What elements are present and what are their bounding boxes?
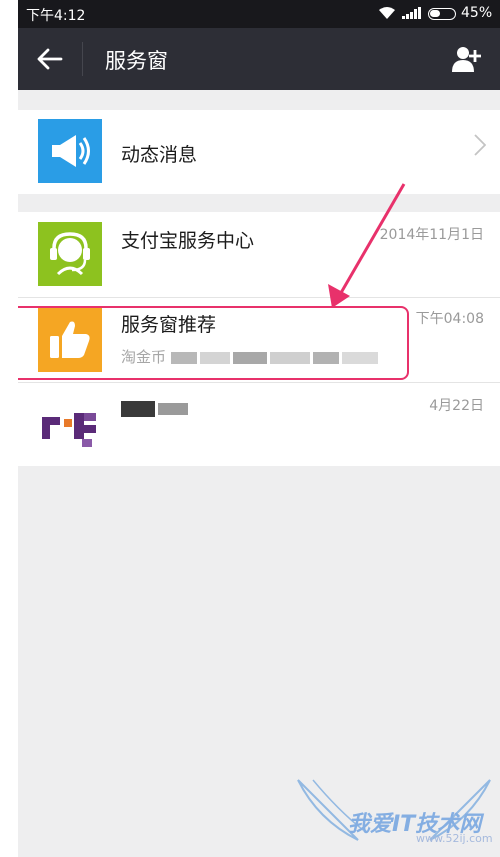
brand-logo-icon: [38, 395, 102, 459]
alipay-service-center-row[interactable]: 支付宝服务中心 2014年11月1日: [18, 212, 500, 297]
service-item-time: 4月22日: [429, 398, 484, 414]
chevron-right-icon: [474, 134, 486, 156]
alipay-service-center-title: 支付宝服务中心: [121, 230, 255, 252]
status-bar: 下午4:12 45%: [18, 0, 500, 28]
dynamic-message-title: 动态消息: [121, 144, 198, 166]
watermark-logo: 我爱IT技术网 www.52ij.com: [288, 770, 500, 850]
battery-icon: [428, 8, 456, 20]
megaphone-icon: [38, 119, 102, 183]
dynamic-message-row[interactable]: 动态消息: [18, 110, 500, 194]
wifi-icon: [379, 7, 395, 19]
headset-service-icon: [38, 222, 102, 286]
service-item-row[interactable]: 4月22日: [18, 383, 500, 466]
status-time: 下午4:12: [26, 8, 86, 24]
watermark-url: www.52ij.com: [416, 832, 493, 845]
battery-percent: 45%: [461, 5, 493, 21]
app-header: 服务窗: [18, 28, 500, 90]
pointer-arrow-icon: [328, 183, 406, 308]
page-title: 服务窗: [105, 49, 168, 73]
service-window-recommend-time: 下午04:08: [415, 311, 484, 327]
phone-screen: 下午4:12 45% 服务窗 动态消息 支付宝服务中心 2014年11月1日 服…: [18, 0, 500, 857]
add-user-icon[interactable]: [451, 44, 483, 74]
header-divider: [82, 42, 83, 76]
blurred-title: [121, 397, 191, 419]
highlight-box: [18, 306, 409, 380]
dynamic-message-section: 动态消息: [18, 110, 500, 194]
signal-icon: [402, 7, 421, 19]
back-arrow-icon[interactable]: [36, 46, 64, 72]
